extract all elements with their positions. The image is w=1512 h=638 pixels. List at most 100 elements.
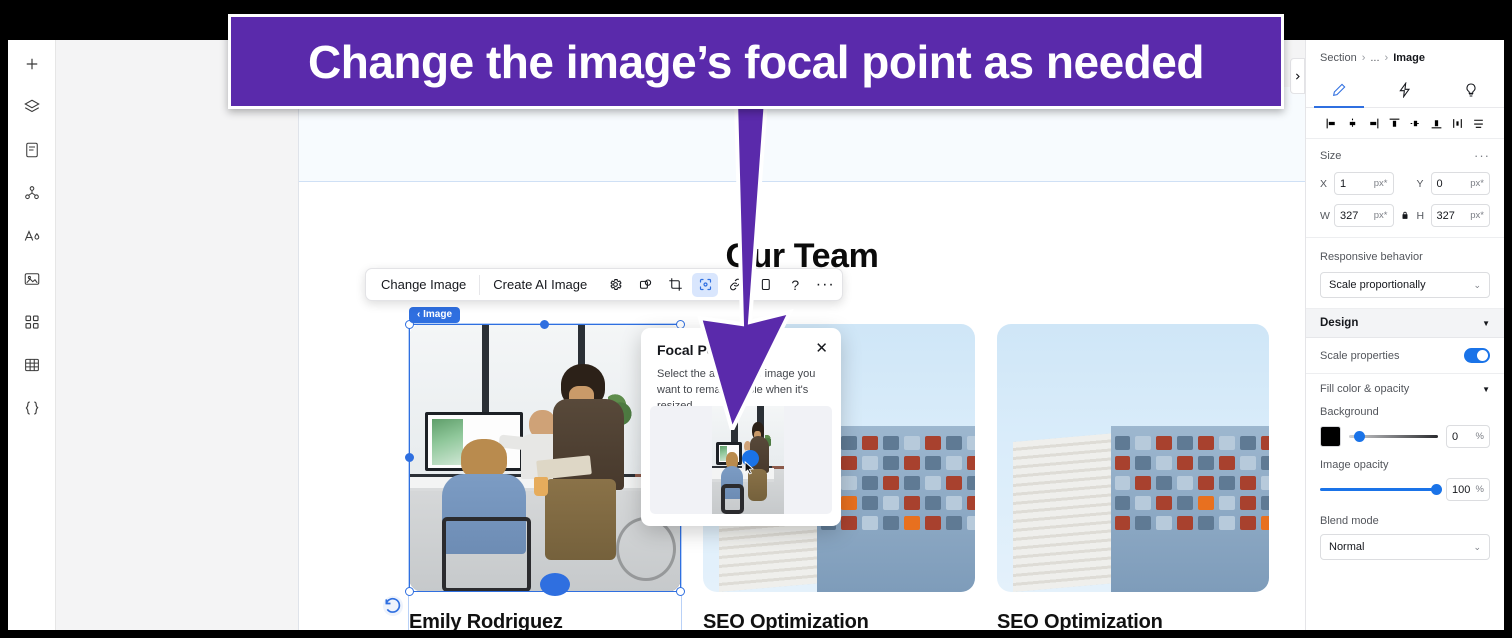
scale-properties-row: Scale properties [1306, 338, 1504, 374]
inspector-panel: Section › ... › Image Size ··· X 1 px* Y… [1305, 40, 1504, 630]
x-unit: px* [1373, 178, 1388, 189]
team-card-3[interactable]: SEO Optimization Countries [997, 324, 1269, 630]
x-value: 1 [1340, 177, 1347, 190]
tab-tips[interactable] [1438, 73, 1504, 107]
size-section: Size ··· X 1 px* Y 0 px* W 327 px* H 327… [1306, 139, 1504, 238]
y-value: 0 [1436, 177, 1443, 190]
distribute-v-icon[interactable] [1469, 114, 1488, 133]
y-input[interactable]: 0 px* [1430, 172, 1490, 195]
breadcrumb-separator: › [1384, 52, 1389, 64]
responsive-behavior-value: Scale proportionally [1329, 279, 1426, 291]
blend-mode-field: Blend mode Normal ⌄ [1306, 515, 1504, 560]
left-toolbar [8, 40, 56, 630]
responsive-behavior-select[interactable]: Scale proportionally ⌄ [1320, 272, 1490, 298]
image-opacity-unit: % [1475, 484, 1484, 495]
blend-mode-select[interactable]: Normal ⌄ [1320, 534, 1490, 560]
w-key: W [1320, 209, 1330, 222]
breadcrumb-separator: › [1361, 52, 1366, 64]
blend-mode-value: Normal [1329, 541, 1365, 553]
responsive-behavior-section: Responsive behavior Scale proportionally… [1306, 238, 1504, 309]
x-input[interactable]: 1 px* [1334, 172, 1394, 195]
duplicate-icon[interactable] [632, 273, 658, 297]
image-opacity-value: 100 [1452, 483, 1471, 496]
x-key: X [1320, 177, 1328, 190]
h-value: 327 [1436, 209, 1455, 222]
rotate-icon[interactable] [383, 596, 403, 616]
annotation-arrow [697, 100, 794, 430]
width-input[interactable]: 327 px* [1334, 204, 1394, 227]
w-unit: px* [1373, 210, 1388, 221]
collapse-panel-button[interactable] [1290, 58, 1305, 94]
create-ai-image-button[interactable]: Create AI Image [480, 269, 600, 300]
image-opacity-input[interactable]: 100 % [1446, 478, 1490, 501]
layers-icon[interactable] [17, 92, 47, 122]
height-input[interactable]: 327 px* [1430, 204, 1490, 227]
align-top-icon[interactable] [1385, 114, 1404, 133]
add-element-button[interactable] [17, 49, 47, 79]
crop-icon[interactable] [662, 273, 688, 297]
settings-icon[interactable] [602, 273, 628, 297]
h-unit: px* [1470, 210, 1484, 221]
brush-icon [1332, 83, 1346, 97]
design-label: Design [1320, 317, 1359, 329]
image-opacity-field: Image opacity 100 % [1306, 459, 1504, 501]
align-right-icon[interactable] [1364, 114, 1383, 133]
chevron-down-icon: ▼ [1482, 318, 1490, 328]
scale-properties-label: Scale properties [1320, 349, 1400, 362]
image-icon[interactable] [17, 264, 47, 294]
screenshot-root: Desktop (Prim Our Team [0, 0, 1512, 638]
breadcrumb-ellipsis[interactable]: ... [1370, 52, 1379, 64]
background-opacity-value: 0 [1452, 430, 1459, 443]
align-middle-v-icon[interactable] [1406, 114, 1425, 133]
background-opacity-input[interactable]: 0 % [1446, 425, 1490, 448]
size-more-icon[interactable]: ··· [1474, 148, 1490, 163]
lock-icon[interactable] [1399, 210, 1412, 221]
card-title-2: SEO Optimization [703, 611, 869, 630]
align-left-icon[interactable] [1322, 114, 1341, 133]
tab-interactions[interactable] [1372, 73, 1438, 107]
annotation-banner: Change the image’s focal point as needed [228, 14, 1284, 109]
chevron-down-icon: ▼ [1482, 384, 1490, 394]
fill-label: Fill color & opacity [1320, 383, 1410, 395]
distribute-h-icon[interactable] [1448, 114, 1467, 133]
scale-properties-toggle[interactable] [1464, 348, 1490, 363]
lightning-icon [1399, 82, 1411, 98]
alignment-toolbar [1306, 108, 1504, 139]
background-color-swatch[interactable] [1320, 426, 1341, 447]
background-opacity-slider[interactable] [1349, 431, 1438, 442]
grid-icon[interactable] [17, 307, 47, 337]
y-unit: px* [1470, 178, 1484, 189]
image-opacity-label: Image opacity [1320, 459, 1389, 471]
background-field: Background 0 % [1306, 406, 1504, 448]
table-icon[interactable] [17, 350, 47, 380]
tab-design[interactable] [1306, 73, 1372, 108]
inspector-tabs [1306, 73, 1504, 108]
apps-icon[interactable] [17, 178, 47, 208]
image-opacity-slider[interactable] [1320, 484, 1442, 495]
background-opacity-unit: % [1475, 431, 1484, 442]
y-key: Y [1416, 177, 1424, 190]
card-image-3[interactable] [997, 324, 1269, 592]
breadcrumb-current: Image [1393, 52, 1426, 64]
cursor-icon [744, 461, 755, 475]
annotation-banner-text: Change the image’s focal point as needed [308, 35, 1204, 88]
selected-element-badge[interactable]: ‹ Image [409, 307, 461, 323]
align-center-h-icon[interactable] [1343, 114, 1362, 133]
card-title-1: Emily Rodriguez [409, 611, 563, 630]
blend-mode-label: Blend mode [1320, 515, 1379, 527]
code-icon[interactable] [17, 393, 47, 423]
page-icon[interactable] [17, 135, 47, 165]
fill-section-header[interactable]: Fill color & opacity ▼ [1306, 374, 1504, 395]
design-section-header[interactable]: Design ▼ [1306, 309, 1504, 338]
change-image-button[interactable]: Change Image [368, 269, 479, 300]
card-title-3: SEO Optimization [997, 611, 1163, 630]
background-label: Background [1320, 406, 1379, 418]
chevron-down-icon: ⌄ [1473, 279, 1481, 290]
text-style-icon[interactable] [17, 221, 47, 251]
breadcrumb-root[interactable]: Section [1320, 52, 1357, 64]
breadcrumb: Section › ... › Image [1306, 40, 1504, 73]
chevron-down-icon: ⌄ [1473, 541, 1481, 552]
h-key: H [1416, 209, 1425, 222]
align-bottom-icon[interactable] [1427, 114, 1446, 133]
bulb-icon [1466, 83, 1476, 97]
